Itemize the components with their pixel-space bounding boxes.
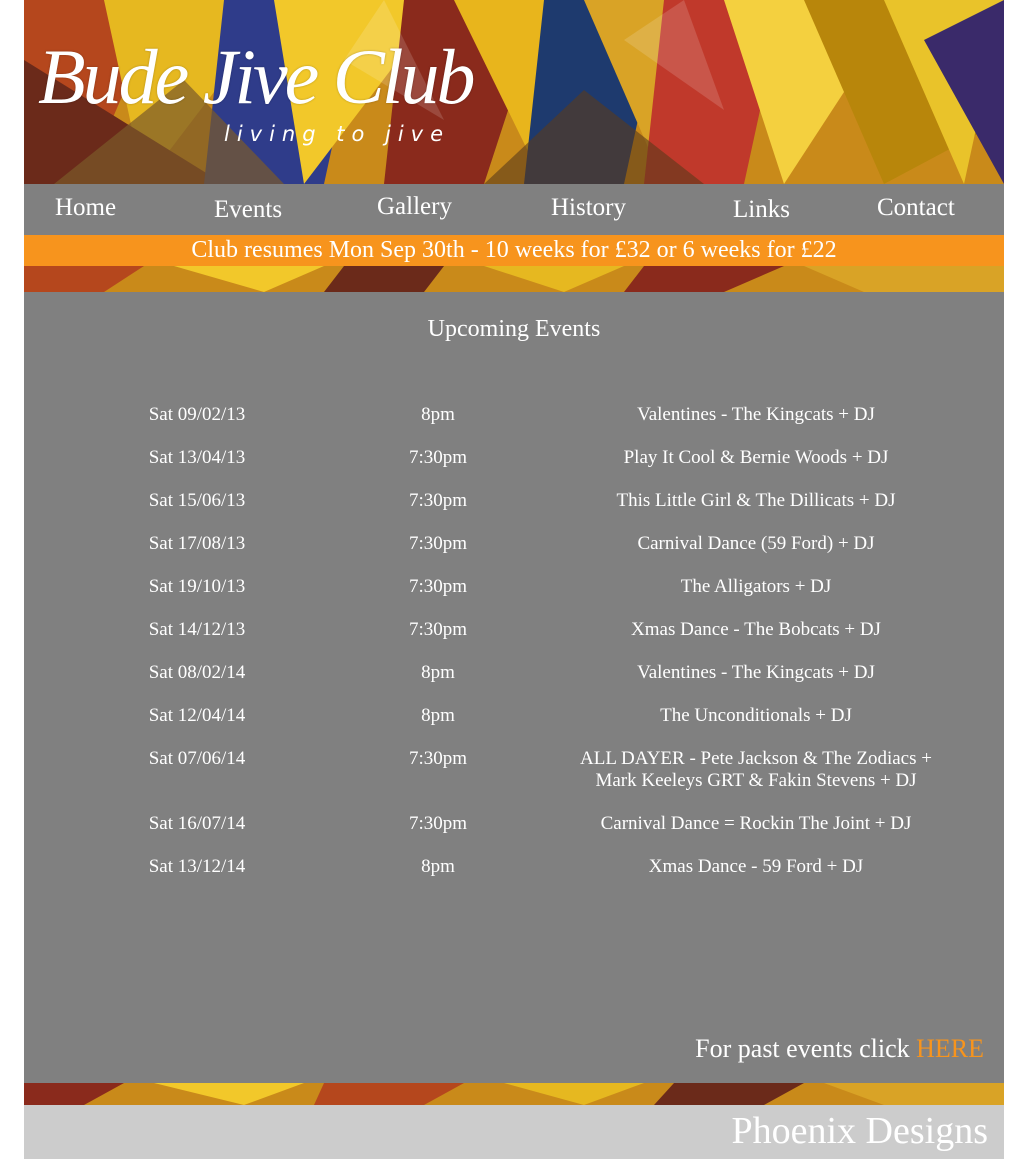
event-title: Play It Cool & Bernie Woods + DJ (623, 447, 889, 468)
event-title: ALL DAYER - Pete Jackson & The Zodiacs +… (580, 748, 932, 791)
event-date: Sat 07/06/14 (148, 748, 246, 769)
past-events-link[interactable]: HERE (916, 1034, 984, 1063)
logo-tagline: living to jive (224, 122, 451, 146)
announcement-bar: Club resumes Mon Sep 30th - 10 weeks for… (24, 235, 1004, 266)
main-nav: Home Events Gallery History Links Contac… (24, 184, 1004, 235)
event-title: The Unconditionals + DJ (660, 705, 852, 726)
event-time: 7:30pm (408, 748, 468, 769)
event-date: Sat 08/02/14 (148, 662, 246, 683)
event-date: Sat 14/12/13 (148, 619, 246, 640)
event-time: 8pm (421, 856, 455, 877)
event-time: 8pm (421, 705, 455, 726)
event-time: 8pm (421, 404, 455, 425)
event-time: 7:30pm (408, 490, 468, 511)
event-title: This Little Girl & The Dillicats + DJ (616, 490, 896, 511)
event-date: Sat 13/12/14 (148, 856, 246, 877)
nav-home[interactable]: Home (55, 194, 116, 222)
event-title: Valentines - The Kingcats + DJ (637, 404, 875, 425)
event-date: Sat 16/07/14 (148, 813, 246, 834)
event-date: Sat 19/10/13 (148, 576, 246, 597)
event-title: The Alligators + DJ (680, 576, 832, 597)
event-date: Sat 12/04/14 (148, 705, 246, 726)
event-date: Sat 17/08/13 (148, 533, 246, 554)
nav-gallery[interactable]: Gallery (377, 193, 452, 221)
nav-contact[interactable]: Contact (877, 194, 955, 222)
event-date: Sat 15/06/13 (148, 490, 246, 511)
nav-events[interactable]: Events (214, 196, 282, 224)
event-time: 7:30pm (408, 576, 468, 597)
event-time: 8pm (421, 662, 455, 683)
events-title: Upcoming Events (427, 316, 601, 342)
event-title: Carnival Dance (59 Ford) + DJ (637, 533, 875, 554)
event-title: Valentines - The Kingcats + DJ (637, 662, 875, 683)
event-date: Sat 09/02/13 (148, 404, 246, 425)
event-time: 7:30pm (408, 447, 468, 468)
logo-name: Bude Jive Club (38, 33, 475, 120)
nav-links[interactable]: Links (733, 196, 790, 224)
site-logo[interactable]: Bude Jive Club living to jive (38, 38, 478, 158)
footer-credit[interactable]: Phoenix Designs (732, 1109, 989, 1153)
past-events-text: For past events click (695, 1034, 917, 1063)
event-time: 7:30pm (408, 533, 468, 554)
event-title: Xmas Dance - The Bobcats + DJ (631, 619, 881, 640)
event-title: Carnival Dance = Rockin The Joint + DJ (600, 813, 912, 834)
decorative-strip-top (24, 266, 1004, 292)
event-title: Xmas Dance - 59 Ford + DJ (648, 856, 864, 877)
event-date: Sat 13/04/13 (148, 447, 246, 468)
event-time: 7:30pm (408, 813, 468, 834)
event-time: 7:30pm (408, 619, 468, 640)
header-banner: Bude Jive Club living to jive (24, 0, 1004, 184)
footer: Phoenix Designs (24, 1105, 1004, 1159)
decorative-strip-bottom (24, 1083, 1004, 1105)
nav-history[interactable]: History (551, 194, 626, 222)
events-panel: Upcoming Events Sat 09/02/13 8pm Valenti… (24, 292, 1004, 1083)
page: Bude Jive Club living to jive Home Event… (24, 0, 1004, 1159)
past-events-line: For past events click HERE (695, 1034, 984, 1064)
